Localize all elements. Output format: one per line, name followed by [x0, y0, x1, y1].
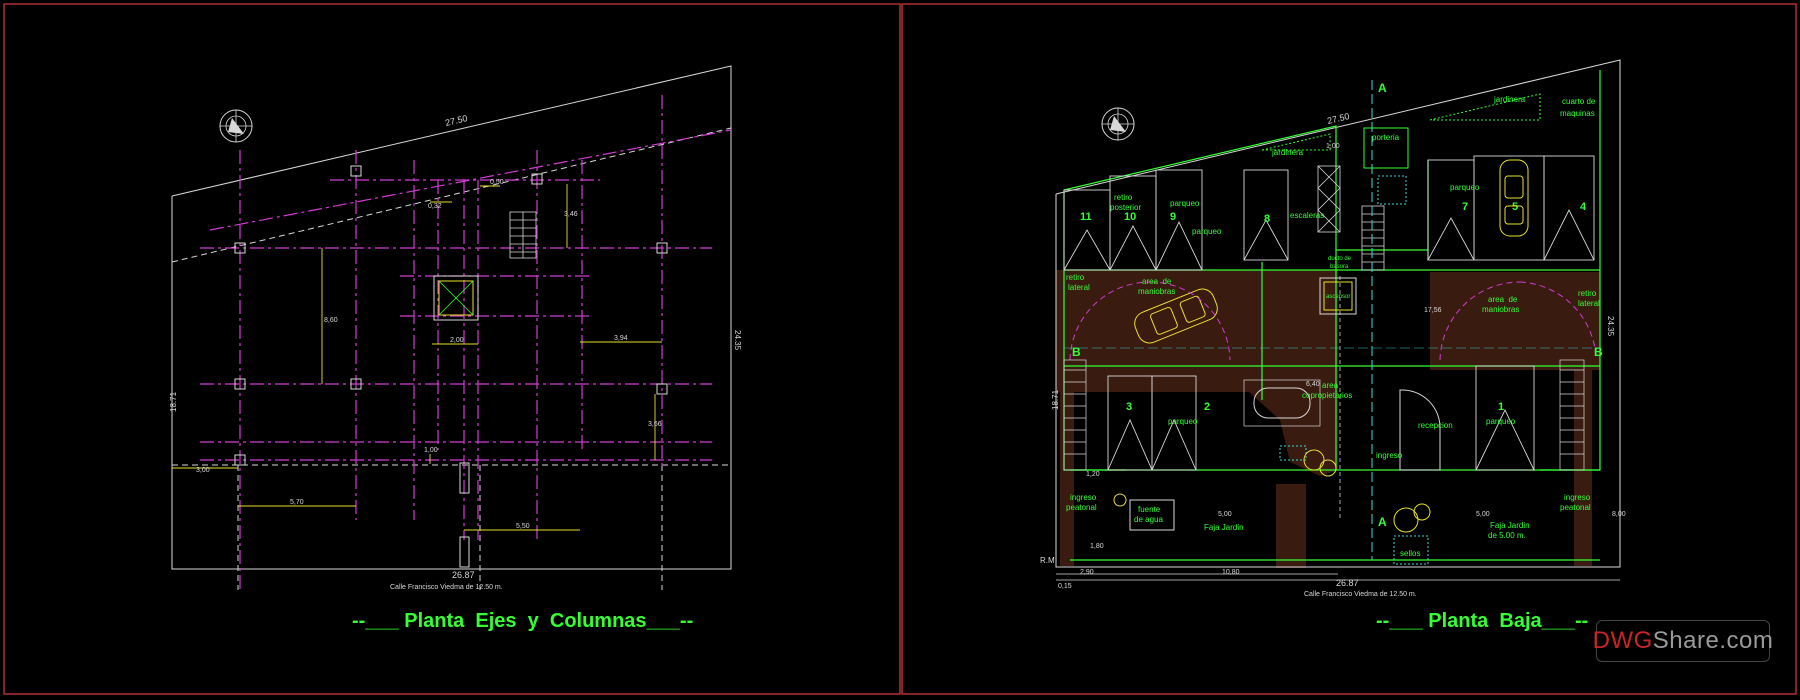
label-retiro-lateral-left: retiro [1066, 273, 1085, 282]
right-north-arrow-icon [1101, 107, 1135, 141]
label-area-maniobras-left: area de [1142, 277, 1172, 286]
right-dim-c: 10,80 [1222, 569, 1240, 576]
right-dim-bottom: 26.87 [1336, 578, 1359, 588]
label-retiro-posterior-2: posterior [1110, 203, 1141, 212]
right-dim-h: 1,00 [1326, 143, 1340, 150]
left-north-arrow-icon [219, 109, 253, 143]
left-dim-top: 27.50 [444, 113, 468, 128]
section-b-right: B [1594, 345, 1603, 359]
right-dim-k: 1,20 [1086, 471, 1100, 478]
label-parqueo-a: parqueo [1170, 199, 1200, 208]
left-dim-9: 0,50 [490, 179, 504, 186]
right-dim-e: 5,00 [1476, 511, 1490, 518]
label-faja-jardin-right: Faja Jardin [1490, 521, 1530, 530]
stall-7: 7 [1462, 201, 1468, 213]
stall-11: 11 [1080, 211, 1092, 223]
stall-4: 4 [1580, 201, 1587, 213]
left-dim-bottom: 26.87 [452, 570, 475, 580]
stall-10: 10 [1124, 211, 1136, 223]
label-jardinera-2: jardinera [1493, 95, 1526, 104]
section-b-left: B [1072, 345, 1081, 359]
stall-2: 2 [1204, 401, 1210, 413]
stall-5: 5 [1512, 201, 1518, 213]
label-parqueo-e: parqueo [1486, 417, 1516, 426]
left-dim-1: 5,70 [290, 499, 304, 506]
label-basura: basura [1330, 264, 1349, 270]
right-dim-a: 0,15 [1058, 583, 1072, 590]
label-parqueo-b: parqueo [1192, 227, 1222, 236]
watermark-part-2: Share.com [1652, 627, 1774, 654]
section-a-top: A [1378, 81, 1387, 95]
label-retiro-lateral-right: retiro [1578, 289, 1597, 298]
right-dim-left: 18.71 [1051, 389, 1060, 410]
label-fuente: fuente [1138, 505, 1161, 514]
right-dim-i: 8,00 [1612, 511, 1626, 518]
left-dim-right: 24.35 [733, 330, 742, 351]
cad-drawing-canvas: 27.50 26.87 24.35 18.71 5,70 5,50 2,00 3… [3, 3, 1797, 695]
stall-9: 9 [1170, 211, 1176, 223]
label-ingreso-peatonal-left: ingreso [1070, 493, 1097, 502]
watermark-logo: DWG Share.com [1592, 620, 1773, 662]
label-retiro-lateral-right-2: lateral [1578, 299, 1600, 308]
label-cuarto: cuarto de [1562, 97, 1596, 106]
left-dim-11: 0,32 [428, 203, 442, 210]
label-fuente-2: de agua [1134, 515, 1163, 524]
left-dim-5: 8,60 [324, 317, 338, 324]
label-escaleras: escaleras [1290, 211, 1324, 220]
label-ingreso-peatonal-left-2: peatonal [1066, 503, 1097, 512]
label-retiro-lateral-left-2: lateral [1068, 283, 1090, 292]
label-area-maniobras-right: area de [1488, 295, 1518, 304]
car-top-right-icon [1499, 159, 1529, 237]
label-ducto: ducto de [1328, 256, 1352, 262]
right-plan: 11 10 9 8 7 5 4 3 2 1 A A B B jardinera … [1040, 59, 1626, 632]
label-ascensor: ascensor [1326, 294, 1350, 300]
right-plan-title: --___ Planta Baja___-- [1376, 610, 1588, 632]
right-dim-g: 6,40 [1306, 381, 1320, 388]
left-dim-8: 1,00 [424, 447, 438, 454]
label-maquinas: maquinas [1560, 109, 1595, 118]
right-dim-d: 5,00 [1218, 511, 1232, 518]
label-ingreso: ingreso [1376, 451, 1403, 460]
label-faja-jardin-left: Faja Jardin [1204, 523, 1244, 532]
right-street-label: Calle Francisco Viedma de 12.50 m. [1304, 591, 1417, 598]
left-plan: 27.50 26.87 24.35 18.71 5,70 5,50 2,00 3… [169, 65, 742, 632]
stall-1: 1 [1498, 401, 1504, 413]
left-dim-left: 18.71 [169, 391, 178, 412]
stall-3: 3 [1126, 401, 1132, 413]
right-dim-right: 24.35 [1606, 316, 1615, 337]
label-ingreso-peatonal-right-2: peatonal [1560, 503, 1591, 512]
left-dim-7: 3,66 [648, 421, 662, 428]
floor-maneuver-right [1430, 272, 1600, 370]
label-parqueo-d: parqueo [1168, 417, 1198, 426]
label-sellos: sellos [1400, 549, 1420, 558]
label-ingreso-peatonal-right: ingreso [1564, 493, 1591, 502]
left-dim-4: 3,94 [614, 335, 628, 342]
right-dim-f: 17,56 [1424, 307, 1442, 314]
label-porteria: porteria [1372, 133, 1400, 142]
label-area-copropietarios: area [1322, 381, 1339, 390]
right-dim-rm: R.M [1040, 556, 1055, 565]
left-dim-3: 2,00 [450, 337, 464, 344]
right-dim-b: 2,90 [1080, 569, 1094, 576]
label-faja-jardin-right-2: de 5.00 m. [1488, 531, 1526, 540]
left-dim-10: 3,00 [196, 467, 210, 474]
watermark-part-1: DWG [1592, 627, 1653, 654]
label-area-maniobras-right-2: maniobras [1482, 305, 1519, 314]
section-a-bottom: A [1378, 515, 1387, 529]
stall-8: 8 [1264, 213, 1270, 225]
label-area-copropietarios-2: copropietarios [1302, 391, 1352, 400]
right-dim-j: 1,80 [1090, 543, 1104, 550]
left-street-label: Calle Francisco Viedma de 12.50 m. [390, 584, 503, 591]
label-recepcion: recepcion [1418, 421, 1453, 430]
label-parqueo-c: parqueo [1450, 183, 1480, 192]
left-dim-2: 5,50 [516, 523, 530, 530]
label-retiro-posterior: retiro [1114, 193, 1133, 202]
label-area-maniobras-left-2: maniobras [1138, 287, 1175, 296]
left-dim-6: 3,46 [564, 211, 578, 218]
right-dim-top: 27.50 [1326, 111, 1350, 126]
left-site-boundary [171, 65, 732, 570]
label-jardinera-1: jardinera [1271, 148, 1304, 157]
left-plan-title: --___ Planta Ejes y Columnas___-- [352, 610, 693, 632]
